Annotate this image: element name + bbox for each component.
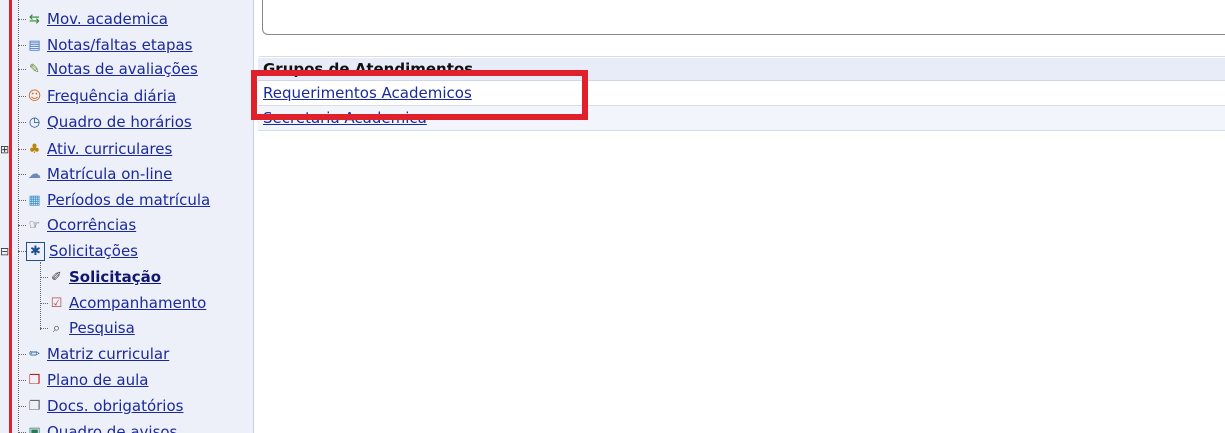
sidebar-link[interactable]: Quadro de avisos <box>47 423 177 433</box>
board-icon: ▣ <box>28 424 41 433</box>
sidebar-link[interactable]: Períodos de matrícula <box>47 191 210 209</box>
sidebar-item-matricula-online[interactable]: ☁ Matrícula on-line <box>18 163 172 185</box>
group-row[interactable]: Secretaria Academica <box>258 106 1225 131</box>
group-link-requerimentos[interactable]: Requerimentos Academicos <box>263 84 472 102</box>
sidebar-red-border <box>9 0 12 433</box>
sidebar-item-quadro-horarios[interactable]: ◷ Quadro de horários <box>18 111 192 133</box>
sidebar-link[interactable]: Notas de avaliações <box>47 60 198 78</box>
arrows-icon: ⇆ <box>29 11 40 27</box>
sidebar-link[interactable]: Docs. obrigatórios <box>47 397 183 415</box>
sidebar-item-mov-academica[interactable]: ⇆ Mov. academica <box>18 8 168 30</box>
sidebar-link[interactable]: Pesquisa <box>69 319 135 337</box>
sidebar-item-ativ-curriculares[interactable]: ⊞ ♣ Ativ. curriculares <box>0 138 172 160</box>
sidebar-item-plano-aula[interactable]: ❒ Plano de aula <box>18 369 148 391</box>
sidebar-item-notas-avaliacoes[interactable]: ✎ Notas de avaliações <box>18 58 198 80</box>
sidebar-item-docs-obrigatorios[interactable]: ❐ Docs. obrigatórios <box>18 395 183 417</box>
hand-icon: ☞ <box>28 217 41 233</box>
groups-panel: Grupos de Atendimentos Requerimentos Aca… <box>258 58 1225 131</box>
table-icon: ▤ <box>28 37 41 53</box>
sidebar-item-matriz-curricular[interactable]: ✏ Matriz curricular <box>18 343 169 365</box>
sidebar-link[interactable]: Mov. academica <box>47 10 168 28</box>
pen-icon: ✐ <box>51 269 62 285</box>
sidebar-item-solicitacao[interactable]: ✐ Solicitação <box>40 266 161 288</box>
expand-icon[interactable]: ⊞ <box>0 143 9 156</box>
calendar-icon: ▦ <box>28 192 41 208</box>
sidebar-link[interactable]: Ocorrências <box>47 216 136 234</box>
sidebar-item-solicitacoes[interactable]: ⊟ ✱ Solicitações <box>0 240 138 262</box>
collapse-icon[interactable]: ⊟ <box>0 245 9 258</box>
ruler-icon: ✏ <box>29 346 40 362</box>
sidebar-link[interactable]: Matrícula on-line <box>47 165 172 183</box>
calendar-person-icon: ☺ <box>27 88 42 104</box>
group-row[interactable]: Requerimentos Academicos <box>258 81 1225 106</box>
sidebar-item-quadro-avisos[interactable]: ▣ Quadro de avisos <box>18 421 177 433</box>
checklist-icon: ☑ <box>50 295 63 311</box>
sidebar-item-periodos-matricula[interactable]: ▦ Períodos de matrícula <box>18 189 210 211</box>
sidebar-link[interactable]: Ativ. curriculares <box>47 140 172 158</box>
people-icon: ♣ <box>28 141 41 157</box>
cloud-icon: ☁ <box>28 166 41 182</box>
sidebar-link[interactable]: Quadro de horários <box>47 113 192 131</box>
documents-icon: ❐ <box>28 398 41 414</box>
sidebar-menu: ⇆ Mov. academica ▤ Notas/faltas etapas ✎… <box>0 0 254 433</box>
book-icon: ❒ <box>28 372 41 388</box>
group-link-secretaria[interactable]: Secretaria Academica <box>263 109 427 127</box>
sidebar-item-pesquisa[interactable]: ⌕ Pesquisa <box>40 317 135 339</box>
sidebar-item-ocorrencias[interactable]: ☞ Ocorrências <box>18 214 136 236</box>
feather-icon: ✎ <box>29 61 40 77</box>
groups-header: Grupos de Atendimentos <box>258 58 1225 81</box>
request-icon: ✱ <box>26 241 45 261</box>
sidebar-item-acompanhamento[interactable]: ☑ Acompanhamento <box>40 292 206 314</box>
top-panel <box>262 0 1225 35</box>
clock-icon: ◷ <box>28 114 41 130</box>
sidebar-link[interactable]: Matriz curricular <box>47 345 169 363</box>
sidebar-item-frequencia[interactable]: ☺ Frequência diária <box>18 85 176 107</box>
sidebar-link[interactable]: Acompanhamento <box>69 294 206 312</box>
sidebar-link[interactable]: Plano de aula <box>47 371 148 389</box>
sidebar-item-notas-faltas[interactable]: ▤ Notas/faltas etapas <box>18 34 192 56</box>
sidebar-link[interactable]: Notas/faltas etapas <box>47 36 192 54</box>
sidebar-link[interactable]: Solicitações <box>49 242 138 260</box>
magnifier-icon: ⌕ <box>52 320 61 336</box>
sidebar-link[interactable]: Frequência diária <box>47 87 176 105</box>
sidebar-link[interactable]: Solicitação <box>69 268 161 286</box>
